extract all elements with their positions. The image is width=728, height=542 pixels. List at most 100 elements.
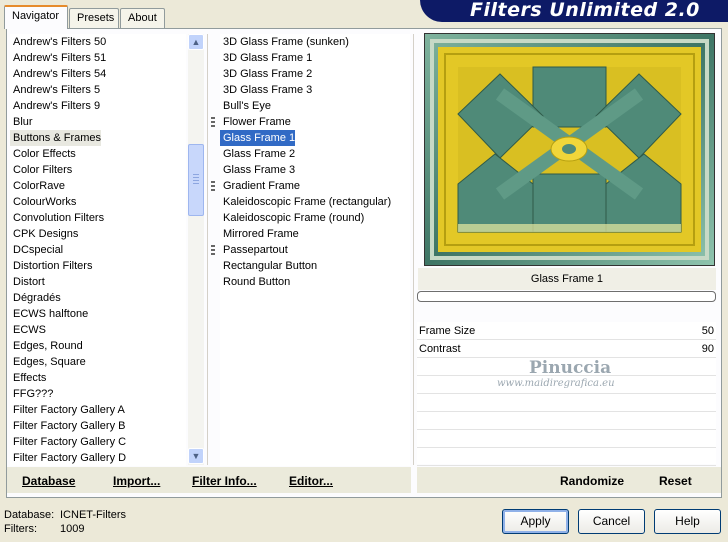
filter-item[interactable]: Glass Frame 3: [220, 162, 295, 178]
category-item[interactable]: Filter Factory Gallery B: [10, 418, 125, 434]
category-item[interactable]: Andrew's Filters 50: [10, 34, 106, 50]
parameter-row[interactable]: Frame Size 50: [417, 322, 716, 340]
apply-button[interactable]: Apply: [502, 509, 569, 534]
filter-item-label: 3D Glass Frame (sunken): [223, 36, 349, 48]
filter-item-label: 3D Glass Frame 1: [223, 52, 313, 64]
scroll-up-button[interactable]: ▲: [188, 34, 204, 50]
filter-item-label: Glass Frame 3: [223, 164, 296, 176]
status-database-value: ICNET-Filters: [60, 509, 126, 521]
filter-item[interactable]: Flower Frame: [211, 114, 291, 130]
panel-divider: [413, 34, 414, 465]
filter-item[interactable]: Passepartout: [211, 242, 288, 258]
filter-item-label: Mirrored Frame: [223, 228, 299, 240]
filter-item-label: Round Button: [223, 276, 291, 288]
watermark-line1: Pinuccia: [529, 358, 612, 378]
parameter-value[interactable]: 50: [702, 322, 714, 340]
filter-item[interactable]: Round Button: [220, 274, 290, 290]
scroll-thumb[interactable]: [188, 144, 204, 216]
filter-item[interactable]: Kaleidoscopic Frame (round): [220, 210, 364, 226]
parameter-label: Frame Size: [419, 325, 476, 337]
group-marker-icon: [211, 181, 215, 191]
app-title: Filters Unlimited 2.0: [470, 0, 700, 21]
status-database-label: Database:: [4, 509, 55, 521]
filter-item[interactable]: Mirrored Frame: [220, 226, 299, 242]
filter-item[interactable]: 3D Glass Frame 1: [220, 50, 312, 66]
filter-list[interactable]: 3D Glass Frame (sunken) 3D Glass Frame 1 3…: [211, 34, 410, 466]
filter-item[interactable]: 3D Glass Frame (sunken): [220, 34, 349, 50]
glass-frame-preview: [425, 34, 714, 265]
category-item[interactable]: Dégradés: [10, 290, 61, 306]
filter-item[interactable]: Gradient Frame: [211, 178, 300, 194]
category-item[interactable]: Color Filters: [10, 162, 72, 178]
list-divider: [207, 34, 208, 465]
filter-item-label: Passepartout: [223, 244, 288, 256]
category-item[interactable]: Blur: [10, 114, 33, 130]
empty-parameter-row: [417, 394, 716, 412]
category-item[interactable]: Edges, Round: [10, 338, 83, 354]
category-item[interactable]: Convolution Filters: [10, 210, 104, 226]
parameter-label: Contrast: [419, 343, 461, 355]
category-item[interactable]: Distortion Filters: [10, 258, 92, 274]
category-item[interactable]: ColourWorks: [10, 194, 76, 210]
filter-item[interactable]: Kaleidoscopic Frame (rectangular): [220, 194, 391, 210]
filter-item[interactable]: Bull's Eye: [220, 98, 271, 114]
empty-parameter-row: [417, 448, 716, 466]
filter-item-label: Flower Frame: [223, 116, 291, 128]
category-item[interactable]: DCspecial: [10, 242, 63, 258]
status-filters-value: 1009: [60, 523, 85, 535]
category-item[interactable]: Andrew's Filters 51: [10, 50, 106, 66]
category-item[interactable]: Andrew's Filters 54: [10, 66, 106, 82]
import-button[interactable]: Import...: [113, 474, 160, 488]
tab-about[interactable]: About: [120, 8, 165, 28]
category-item[interactable]: Buttons & Frames: [10, 130, 102, 146]
filter-item-label: Bull's Eye: [223, 100, 271, 112]
category-item[interactable]: CPK Designs: [10, 226, 78, 242]
category-scrollbar[interactable]: ▲ ▼: [188, 34, 204, 465]
filter-info-button[interactable]: Filter Info...: [192, 474, 257, 488]
cancel-button[interactable]: Cancel: [578, 509, 645, 534]
watermark-line2: www.maidiregrafica.eu: [497, 378, 615, 389]
filter-item[interactable]: Rectangular Button: [220, 258, 317, 274]
filter-item[interactable]: Glass Frame 2: [220, 146, 295, 162]
category-item[interactable]: Andrew's Filters 9: [10, 98, 100, 114]
category-list[interactable]: Andrew's Filters 50 Andrew's Filters 51 An…: [10, 34, 186, 466]
empty-parameter-row: [417, 430, 716, 448]
parameter-value[interactable]: 90: [702, 340, 714, 358]
category-item[interactable]: Filter Factory Gallery C: [10, 434, 126, 450]
filter-item-label: Kaleidoscopic Frame (round): [223, 212, 365, 224]
category-item[interactable]: Distort: [10, 274, 45, 290]
filter-item-label: Rectangular Button: [223, 260, 318, 272]
filter-item-label: 3D Glass Frame 2: [223, 68, 313, 80]
category-item[interactable]: FFG???: [10, 386, 53, 402]
category-item[interactable]: ColorRave: [10, 178, 65, 194]
category-item[interactable]: Filter Factory Gallery D: [10, 450, 126, 466]
filter-item[interactable]: 3D Glass Frame 2: [220, 66, 312, 82]
watermark: Pinuccia www.maidiregrafica.eu: [497, 358, 615, 389]
parameter-row[interactable]: Contrast 90: [417, 340, 716, 358]
filter-item[interactable]: Glass Frame 1: [220, 130, 296, 146]
group-marker-icon: [211, 117, 215, 127]
randomize-button[interactable]: Randomize: [560, 474, 624, 488]
filter-item[interactable]: 3D Glass Frame 3: [220, 82, 312, 98]
category-item[interactable]: Effects: [10, 370, 46, 386]
tab-navigator[interactable]: Navigator: [4, 5, 68, 29]
editor-button[interactable]: Editor...: [289, 474, 333, 488]
tab-presets[interactable]: Presets: [69, 8, 119, 28]
group-marker-icon: [211, 245, 215, 255]
database-button[interactable]: Database: [22, 474, 75, 488]
category-item[interactable]: ECWS halftone: [10, 306, 88, 322]
category-item[interactable]: Color Effects: [10, 146, 76, 162]
help-button[interactable]: Help: [654, 509, 721, 534]
progress-bar: [417, 291, 716, 302]
filter-item-label: Glass Frame 1: [223, 132, 296, 144]
category-item[interactable]: Edges, Square: [10, 354, 86, 370]
category-item[interactable]: ECWS: [10, 322, 46, 338]
category-item[interactable]: Filter Factory Gallery A: [10, 402, 125, 418]
filter-item-label: Glass Frame 2: [223, 148, 296, 160]
preview-caption: Glass Frame 1: [418, 268, 716, 290]
scroll-down-button[interactable]: ▼: [188, 448, 204, 464]
reset-button[interactable]: Reset: [659, 474, 692, 488]
parameter-list: Frame Size 50 Contrast 90: [417, 322, 716, 466]
filter-item-label: 3D Glass Frame 3: [223, 84, 313, 96]
category-item[interactable]: Andrew's Filters 5: [10, 82, 100, 98]
